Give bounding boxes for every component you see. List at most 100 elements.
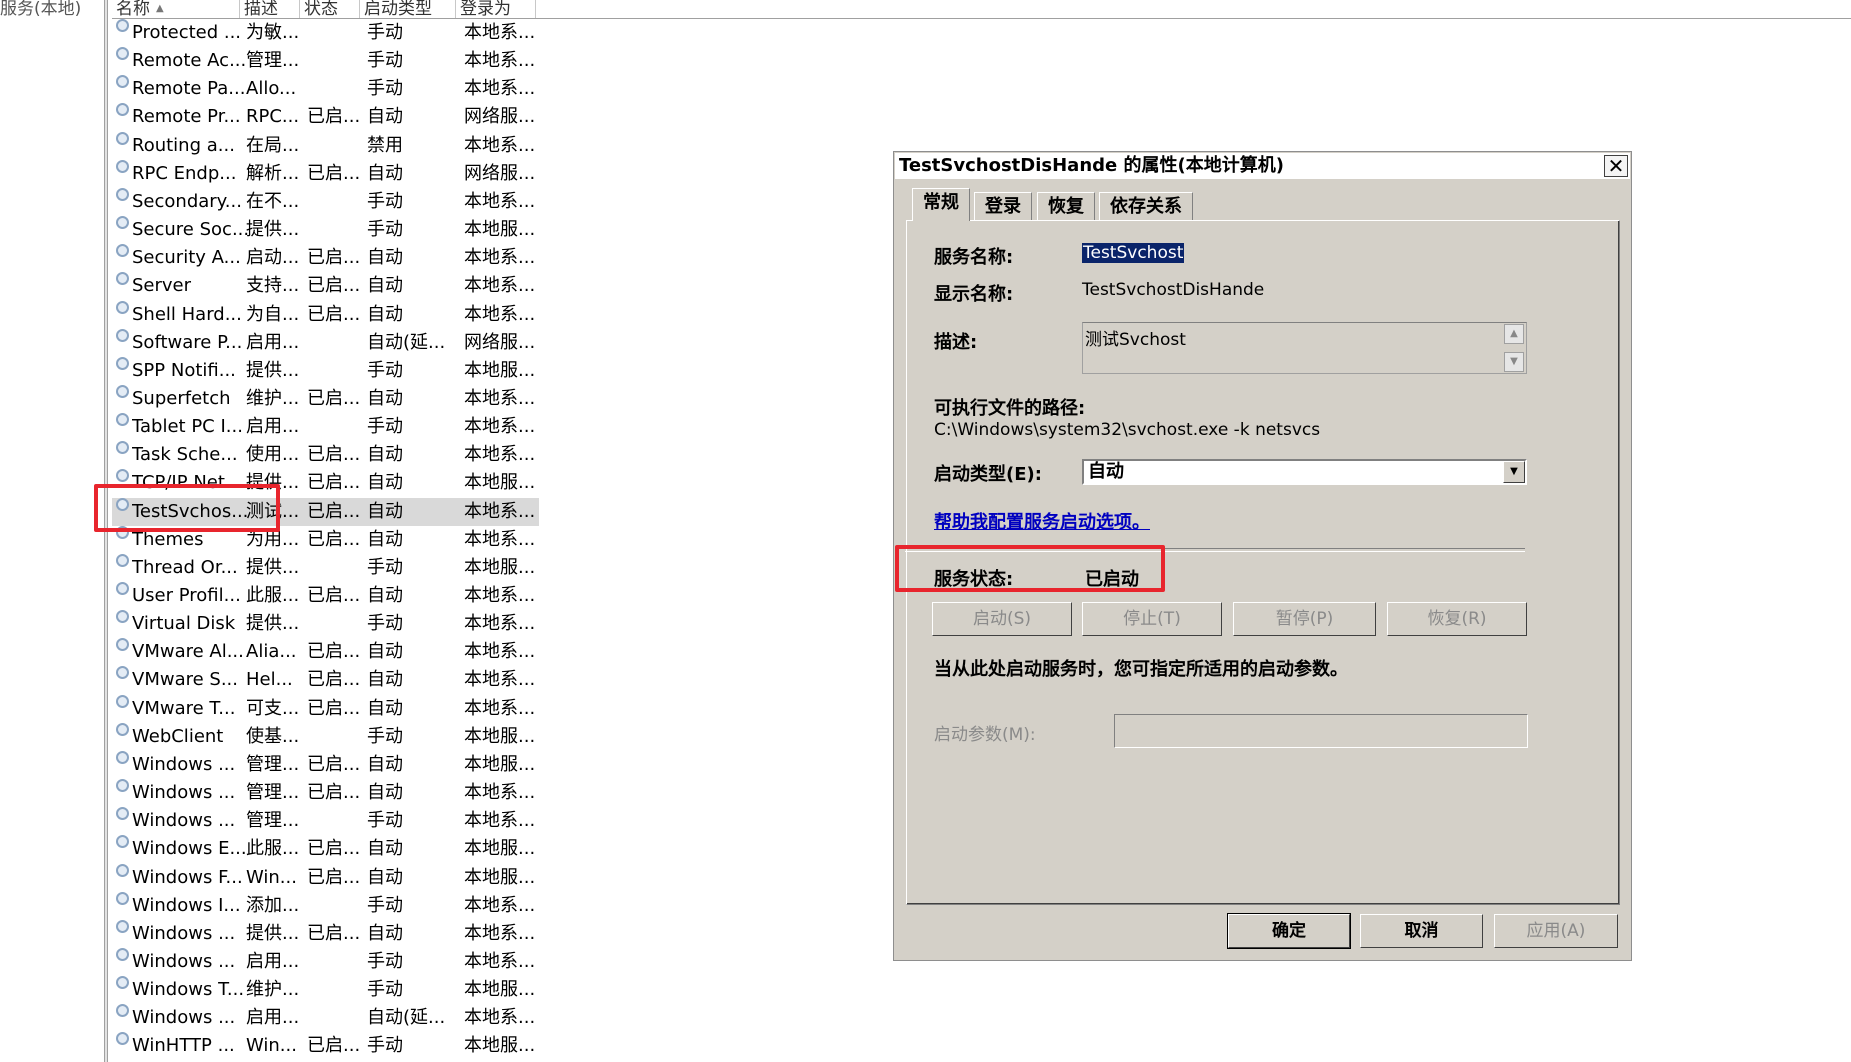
service-description: Win... bbox=[246, 866, 297, 888]
tab-logon[interactable]: 登录 bbox=[974, 192, 1032, 220]
table-row[interactable]: Windows I... 添加... 手动 本地系... bbox=[112, 891, 539, 920]
service-name: Software P... bbox=[132, 331, 243, 353]
table-row[interactable]: Shell Hard... 为自... 已启... 自动 本地系... bbox=[112, 300, 539, 329]
column-header-startup-type[interactable]: 启动类型 bbox=[360, 0, 456, 19]
executable-path-value[interactable]: C:\Windows\system32\svchost.exe -k netsv… bbox=[934, 420, 1320, 440]
gear-icon bbox=[116, 103, 129, 117]
help-configure-link[interactable]: 帮助我配置服务启动选项。 bbox=[934, 508, 1150, 534]
service-name: WebClient bbox=[132, 725, 224, 747]
pause-button[interactable]: 暂停(P) bbox=[1233, 602, 1376, 636]
service-description: 支持... bbox=[246, 275, 300, 297]
stop-button[interactable]: 停止(T) bbox=[1082, 602, 1222, 636]
startup-type-select[interactable]: 自动 ▼ bbox=[1082, 459, 1527, 485]
table-row[interactable]: Task Sche... 使用... 已启... 自动 本地系... bbox=[112, 441, 539, 469]
highlight-box-selected-service bbox=[94, 484, 280, 532]
service-name: Windows ... bbox=[132, 810, 236, 832]
scroll-down-icon[interactable]: ▼ bbox=[1504, 352, 1524, 372]
table-row[interactable]: Windows ... 提供... 已启... 自动 本地系... bbox=[112, 919, 539, 948]
tab-dependencies[interactable]: 依存关系 bbox=[1099, 192, 1193, 220]
gear-icon bbox=[116, 159, 129, 173]
table-row[interactable]: Windows ... 启用... 自动(延... 本地系... bbox=[112, 1004, 539, 1032]
table-row[interactable]: Windows ... 管理... 手动 本地系... bbox=[112, 807, 539, 835]
table-row[interactable]: WebClient 使基... 手动 本地服... bbox=[112, 722, 539, 751]
apply-button[interactable]: 应用(A) bbox=[1494, 914, 1618, 948]
table-row[interactable]: Server 支持... 已启... 自动 本地系... bbox=[112, 272, 539, 300]
service-logon-as: 本地系... bbox=[464, 697, 536, 719]
service-description: 维护... bbox=[246, 387, 300, 409]
column-header-name[interactable]: 名称 ▲ bbox=[112, 0, 240, 19]
ok-button[interactable]: 确定 bbox=[1227, 913, 1351, 949]
scroll-up-icon[interactable]: ▲ bbox=[1504, 324, 1524, 344]
table-row[interactable]: Remote Pr... RPC... 已启... 自动 网络服... bbox=[112, 103, 539, 131]
service-logon-as: 本地服... bbox=[464, 838, 536, 860]
service-startup-type: 手动 bbox=[367, 613, 403, 635]
service-description: 在局... bbox=[246, 134, 300, 156]
table-row[interactable]: Windows E... 此服... 已启... 自动 本地服... bbox=[112, 835, 539, 863]
service-status: 已启... bbox=[307, 697, 361, 719]
service-name: Remote Pa... bbox=[132, 78, 246, 100]
chevron-down-icon[interactable]: ▼ bbox=[1503, 461, 1525, 483]
service-description: Hel... bbox=[246, 669, 293, 691]
gear-icon bbox=[116, 328, 129, 342]
list-header: 名称 ▲ 描述 状态 启动类型 登录为 bbox=[112, 0, 1851, 19]
table-row[interactable]: Windows ... 管理... 已启... 自动 本地系... bbox=[112, 779, 539, 807]
service-name-value[interactable]: TestSvchost bbox=[1082, 243, 1185, 263]
table-row[interactable]: Remote Pa... Allo... 手动 本地系... bbox=[112, 75, 539, 103]
table-row[interactable]: SPP Notifi... 提供... 手动 本地服... bbox=[112, 356, 539, 385]
start-button[interactable]: 启动(S) bbox=[932, 602, 1072, 636]
tab-general[interactable]: 常规 bbox=[912, 188, 970, 221]
close-button[interactable]: ✕ bbox=[1604, 155, 1628, 177]
resume-button[interactable]: 恢复(R) bbox=[1387, 602, 1527, 636]
service-description: 提供... bbox=[246, 613, 300, 635]
table-row[interactable]: Secondary... 在不... 手动 本地系... bbox=[112, 187, 539, 216]
service-logon-as: 本地服... bbox=[464, 866, 536, 888]
gear-icon bbox=[116, 356, 129, 370]
service-name: User Profil... bbox=[132, 585, 241, 606]
table-row[interactable]: VMware S... Hel... 已启... 自动 本地系... bbox=[112, 666, 539, 694]
service-name-text[interactable]: TestSvchost bbox=[1082, 243, 1185, 263]
service-name: Thread Or... bbox=[132, 556, 238, 578]
service-status: 已启... bbox=[307, 782, 361, 804]
gear-icon bbox=[116, 131, 129, 145]
service-logon-as: 本地系... bbox=[464, 22, 536, 43]
gear-icon bbox=[116, 863, 129, 877]
service-name: Windows ... bbox=[132, 1007, 236, 1029]
table-row[interactable]: WinHTTP ... Win... 已启... 手动 本地服... bbox=[112, 1032, 539, 1060]
tab-recovery[interactable]: 恢复 bbox=[1037, 192, 1095, 220]
cancel-button[interactable]: 取消 bbox=[1360, 914, 1483, 948]
table-row[interactable]: Routing a... 在局... 禁用 本地系... bbox=[112, 131, 539, 160]
sort-ascending-icon: ▲ bbox=[156, 3, 164, 14]
column-header-status[interactable]: 状态 bbox=[300, 0, 360, 19]
table-row[interactable]: Tablet PC I... 启用... 手动 本地系... bbox=[112, 413, 539, 441]
service-description: 启用... bbox=[246, 950, 300, 972]
table-row[interactable]: Windows T... 维护... 手动 本地服... bbox=[112, 976, 539, 1004]
start-params-input[interactable] bbox=[1114, 714, 1528, 748]
table-row[interactable]: RPC Endp... 解析... 已启... 自动 网络服... bbox=[112, 159, 539, 188]
table-row[interactable]: Windows ... 管理... 已启... 自动 本地服... bbox=[112, 750, 539, 779]
table-row[interactable]: Thread Or... 提供... 手动 本地服... bbox=[112, 553, 539, 582]
service-startup-type: 自动 bbox=[367, 866, 403, 888]
column-header-logon-as[interactable]: 登录为 bbox=[456, 0, 536, 19]
service-description: 提供... bbox=[246, 359, 300, 381]
table-row[interactable]: Superfetch 维护... 已启... 自动 本地系... bbox=[112, 384, 539, 413]
service-startup-type: 自动 bbox=[367, 444, 403, 466]
service-startup-type: 手动 bbox=[367, 78, 403, 100]
column-header-description[interactable]: 描述 bbox=[240, 0, 300, 19]
gear-icon bbox=[116, 19, 129, 32]
description-field[interactable]: 测试Svchost ▲ ▼ bbox=[1082, 322, 1527, 374]
table-row[interactable]: VMware T... 可支... 已启... 自动 本地系... bbox=[112, 694, 539, 723]
display-name-value[interactable]: TestSvchostDisHande bbox=[1082, 280, 1264, 300]
table-row[interactable]: Secure Soc... 提供... 手动 本地服... bbox=[112, 216, 539, 244]
table-row[interactable]: Security A... 启动... 已启... 自动 本地系... bbox=[112, 244, 539, 272]
table-row[interactable]: Software P... 启用... 自动(延... 网络服... bbox=[112, 328, 539, 357]
table-row[interactable]: Virtual Disk 提供... 手动 本地系... bbox=[112, 610, 539, 638]
table-row[interactable]: User Profil... 此服... 已启... 自动 本地系... bbox=[112, 582, 539, 610]
table-row[interactable]: Remote Ac... 管理... 手动 本地系... bbox=[112, 47, 539, 75]
table-row[interactable]: Windows ... 启用... 手动 本地系... bbox=[112, 947, 539, 976]
service-startup-type: 自动 bbox=[367, 247, 403, 269]
gear-icon bbox=[116, 722, 129, 736]
tree-item-services-local[interactable]: 服务(本地) bbox=[0, 0, 81, 19]
table-row[interactable]: VMware Al... Alia... 已启... 自动 本地系... bbox=[112, 638, 539, 666]
table-row[interactable]: Windows F... Win... 已启... 自动 本地服... bbox=[112, 863, 539, 892]
table-row[interactable]: Protected ... 为敏... 手动 本地系... bbox=[112, 19, 539, 47]
